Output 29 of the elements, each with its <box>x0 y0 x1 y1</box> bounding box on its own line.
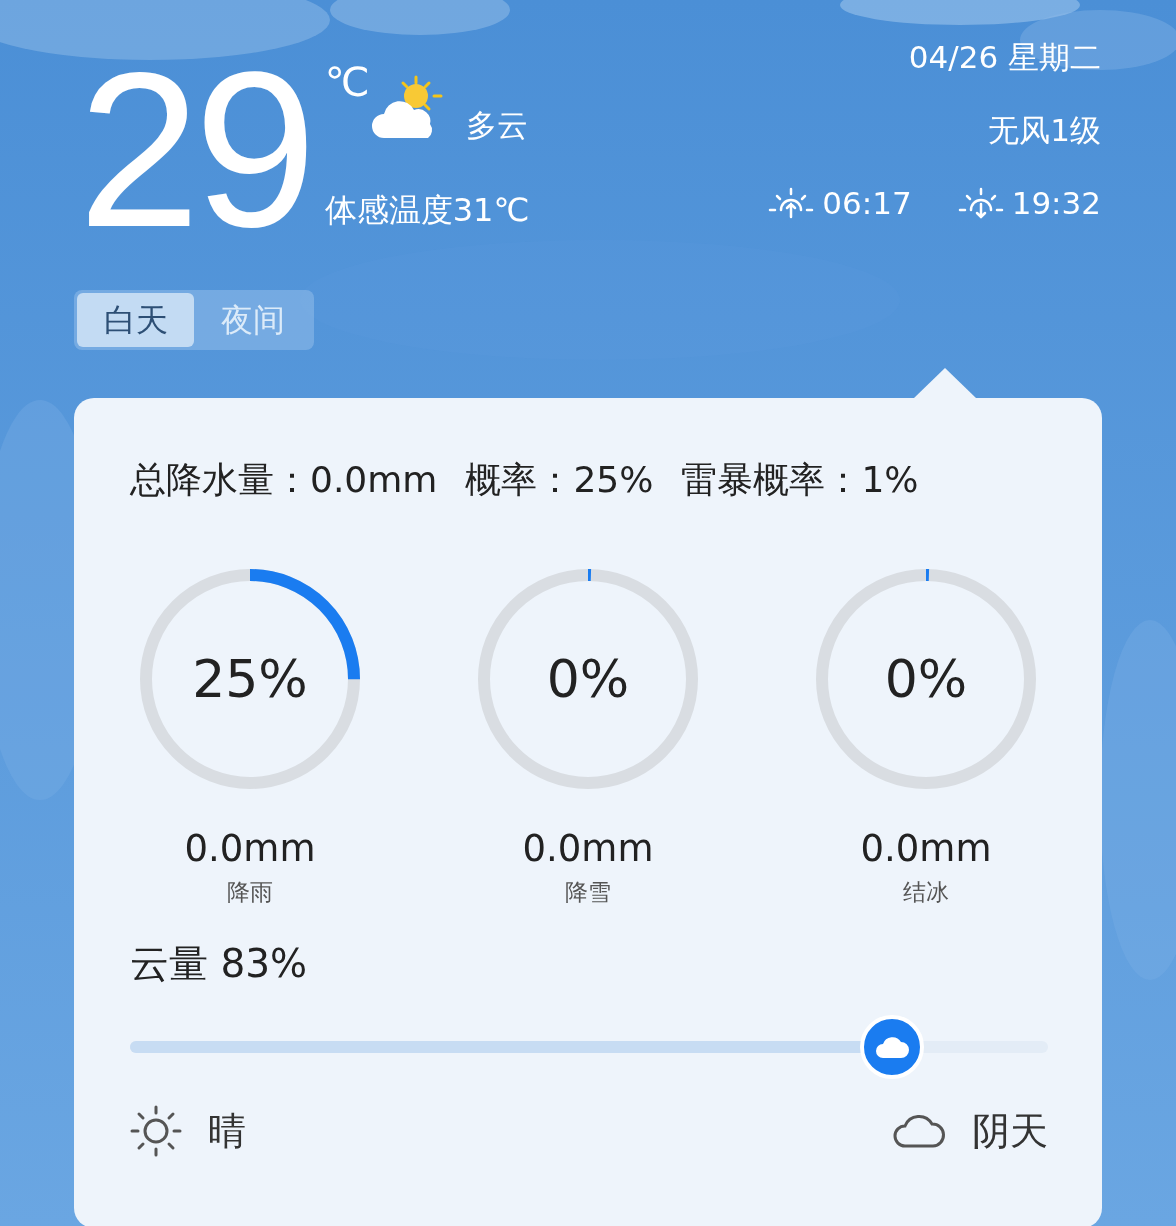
summary-text: 雷暴概率：1% <box>681 462 919 498</box>
wind-text: 无风1级 <box>988 115 1101 146</box>
sunset-time: 19:32 <box>1011 187 1101 219</box>
temperature-value: 29 <box>78 40 311 260</box>
sunrise-time: 06:17 <box>822 187 912 219</box>
condition-text: 多云 <box>465 110 528 141</box>
temperature-unit: ℃ <box>324 62 370 102</box>
amount-value: 0.0mm <box>860 830 992 867</box>
gauge-label: 降雨 <box>227 881 273 904</box>
feels-like-text: 体感温度31℃ <box>324 194 530 226</box>
sunrise-icon <box>768 186 815 220</box>
amount-value: 0.0mm <box>184 830 316 867</box>
sun-icon <box>130 1105 182 1157</box>
date-text: 04/26 星期二 <box>908 42 1101 73</box>
percent-value: 0% <box>546 648 630 711</box>
amount-value: 0.0mm <box>522 830 654 867</box>
summary-text: 概率：25% <box>465 462 654 498</box>
tab[interactable]: 白天 <box>77 293 194 347</box>
gauge-label: 降雪 <box>565 881 611 904</box>
cloud-icon <box>874 1035 909 1059</box>
cloud-icon <box>892 1113 946 1149</box>
cloud-cover-label: 云量 83% <box>130 944 309 983</box>
summary-text: 总降水量：0.0mm <box>130 462 438 498</box>
max-label: 阴天 <box>972 1112 1048 1150</box>
percent-value: 0% <box>884 648 968 711</box>
percent-value: 25% <box>192 648 308 711</box>
sunset-icon <box>957 186 1004 220</box>
min-label: 晴 <box>208 1112 246 1150</box>
gauge-label: 结冰 <box>903 881 949 904</box>
